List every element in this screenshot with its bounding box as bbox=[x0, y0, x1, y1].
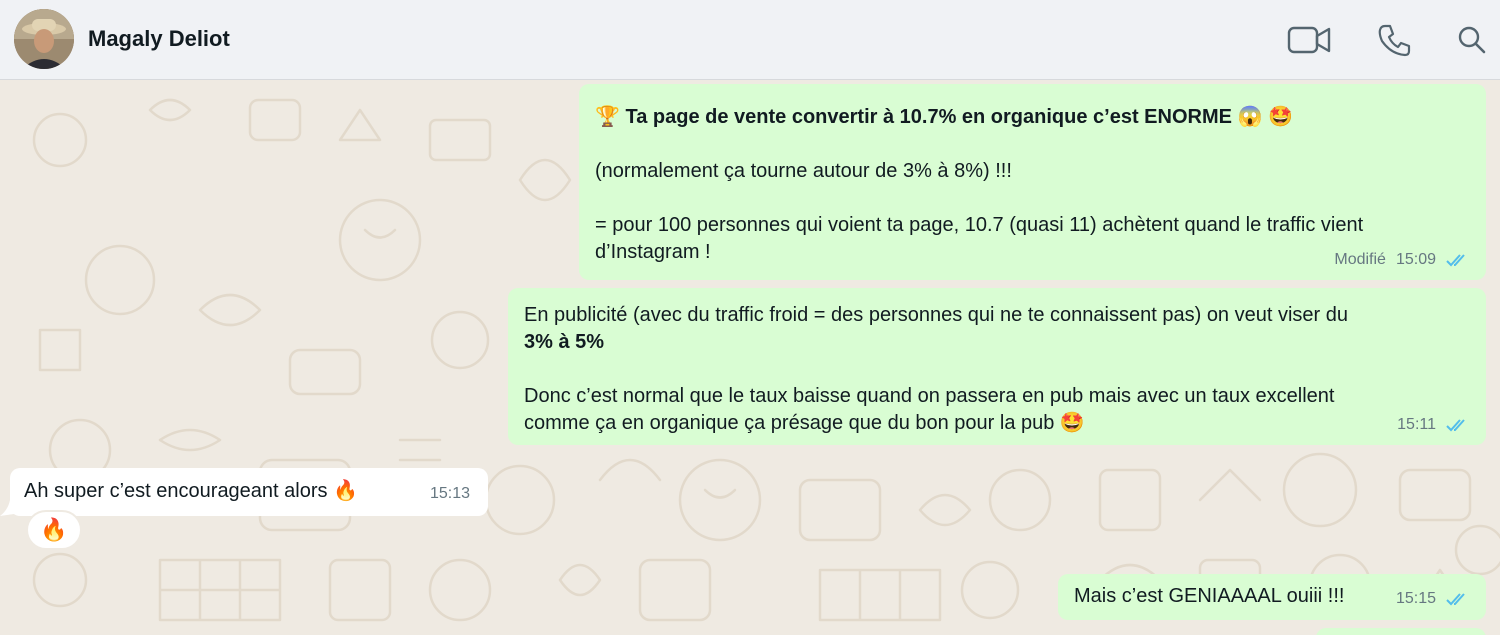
message-reaction[interactable]: 🔥 bbox=[26, 510, 82, 550]
message-bubble-outgoing[interactable]: Mais c’est GENIAAAAL ouiii !!! 15:15 bbox=[1058, 574, 1486, 620]
message-meta: 15:15 bbox=[1396, 585, 1468, 612]
read-ticks-icon bbox=[1446, 592, 1465, 605]
reaction-emojis: 😱 🤩 bbox=[1237, 106, 1293, 128]
read-ticks-icon bbox=[1446, 253, 1465, 266]
chat-area: 🏆 Ta page de vente convertir à 10.7% en … bbox=[0, 80, 1500, 635]
bubble-tail bbox=[0, 500, 14, 516]
message-time: 15:15 bbox=[1395, 590, 1436, 607]
trophy-emoji: 🏆 bbox=[595, 106, 620, 128]
message-line: 🏆 Ta page de vente convertir à 10.7% en … bbox=[595, 104, 1468, 131]
video-call-button[interactable] bbox=[1287, 18, 1331, 62]
message-meta: Modifié 15:09 bbox=[1334, 246, 1468, 273]
voice-call-icon bbox=[1378, 24, 1411, 57]
message-bold-text: Ta page de vente convertir à 10.7% en or… bbox=[625, 106, 1232, 128]
message-line: 3% à 5% bbox=[524, 329, 1468, 356]
chat-header: Magaly Deliot bbox=[0, 0, 1500, 80]
message-line: (normalement ça tourne autour de 3% à 8%… bbox=[595, 160, 1012, 182]
read-ticks-icon bbox=[1446, 418, 1465, 431]
video-call-icon bbox=[1287, 26, 1331, 54]
message-bold-text: 3% à 5% bbox=[524, 331, 605, 353]
voice-call-button[interactable] bbox=[1373, 18, 1417, 62]
search-button[interactable] bbox=[1450, 18, 1494, 62]
avatar[interactable] bbox=[14, 9, 74, 69]
message-bubble-outgoing[interactable]: En publicité (avec du traffic froid = de… bbox=[508, 288, 1486, 445]
message-time: 15:11 bbox=[1397, 416, 1436, 433]
message-time: 15:09 bbox=[1395, 251, 1436, 268]
avatar-image bbox=[14, 9, 74, 69]
message-time: 15:13 bbox=[429, 485, 470, 502]
message-line: Ah super c’est encourageant alors 🔥 bbox=[24, 480, 358, 502]
message-line: = pour 100 personnes qui voient ta page,… bbox=[595, 214, 1364, 236]
contact-name[interactable]: Magaly Deliot bbox=[88, 26, 230, 52]
message-bubble-outgoing-partial[interactable] bbox=[1316, 628, 1486, 635]
message-bubble-incoming[interactable]: Ah super c’est encourageant alors 🔥 15:1… bbox=[10, 468, 488, 516]
message-line: comme ça en organique ça présage que du … bbox=[524, 412, 1085, 434]
message-line: Donc c’est normal que le taux baisse qua… bbox=[524, 385, 1335, 407]
message-line: En publicité (avec du traffic froid = de… bbox=[524, 304, 1349, 326]
message-meta: 15:13 bbox=[430, 480, 470, 507]
edited-label: Modifié bbox=[1334, 251, 1386, 268]
message-meta: 15:11 bbox=[1397, 411, 1468, 438]
message-bubble-outgoing[interactable]: 🏆 Ta page de vente convertir à 10.7% en … bbox=[579, 84, 1486, 280]
search-icon bbox=[1458, 26, 1486, 54]
